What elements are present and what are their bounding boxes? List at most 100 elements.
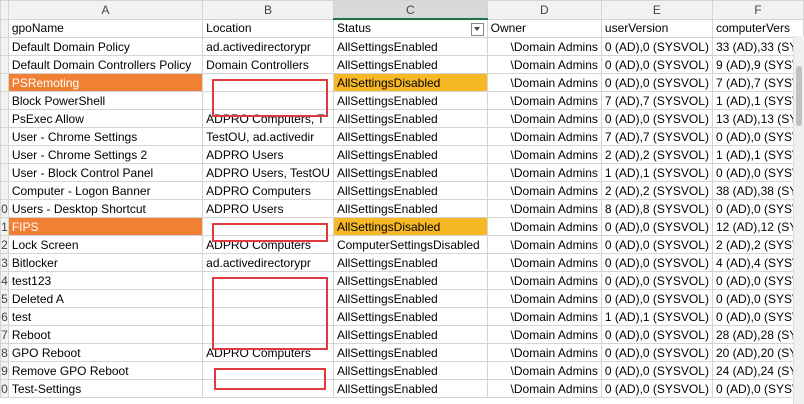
cell-d[interactable]: \Domain Admins bbox=[486, 379, 602, 398]
cell-f[interactable]: 1 (AD),1 (SYSV bbox=[711, 145, 804, 164]
cell-c[interactable]: ComputerSettingsDisabled bbox=[332, 235, 488, 254]
column-header-e[interactable]: E bbox=[600, 0, 713, 20]
cell-b[interactable]: TestOU, ad.activedir bbox=[202, 127, 334, 146]
header-computerversion[interactable]: computerVers bbox=[711, 18, 804, 38]
cell-b[interactable]: ad.activedirectorypr bbox=[202, 37, 334, 56]
column-header-c[interactable]: C bbox=[332, 0, 488, 20]
cell-d[interactable]: \Domain Admins bbox=[486, 253, 602, 272]
cell-e[interactable]: 0 (AD),0 (SYSVOL) bbox=[600, 235, 713, 254]
row-number[interactable]: 1 bbox=[0, 217, 9, 236]
cell-d[interactable]: \Domain Admins bbox=[486, 163, 602, 182]
scrollbar-thumb[interactable] bbox=[796, 66, 802, 126]
cell-c[interactable]: AllSettingsEnabled bbox=[332, 163, 488, 182]
cell-e[interactable]: 0 (AD),0 (SYSVOL) bbox=[600, 217, 713, 236]
vertical-scrollbar[interactable] bbox=[793, 36, 804, 404]
cell-e[interactable]: 7 (AD),7 (SYSVOL) bbox=[600, 91, 713, 110]
header-gponame[interactable]: gpoName bbox=[7, 18, 204, 38]
cell-d[interactable]: \Domain Admins bbox=[486, 37, 602, 56]
cell-d[interactable]: \Domain Admins bbox=[486, 127, 602, 146]
cell-d[interactable]: \Domain Admins bbox=[486, 109, 602, 128]
cell-d[interactable]: \Domain Admins bbox=[486, 235, 602, 254]
row-number[interactable] bbox=[0, 55, 9, 74]
cell-e[interactable]: 7 (AD),7 (SYSVOL) bbox=[600, 127, 713, 146]
cell-f[interactable]: 4 (AD),4 (SYSV bbox=[711, 253, 804, 272]
cell-c[interactable]: AllSettingsEnabled bbox=[332, 271, 488, 290]
row-number[interactable]: 4 bbox=[0, 271, 9, 290]
cell-c[interactable]: AllSettingsEnabled bbox=[332, 91, 488, 110]
header-location[interactable]: Location bbox=[202, 18, 334, 38]
cell-e[interactable]: 2 (AD),2 (SYSVOL) bbox=[600, 145, 713, 164]
cell-b[interactable]: ADPRO Computers bbox=[202, 181, 334, 200]
cell-a[interactable]: Bitlocker bbox=[7, 253, 204, 272]
cell-d[interactable]: \Domain Admins bbox=[486, 91, 602, 110]
cell-f[interactable]: 13 (AD),13 (SY bbox=[711, 109, 804, 128]
cell-b[interactable]: ADPRO Users, TestOU bbox=[202, 163, 334, 182]
cell-d[interactable]: \Domain Admins bbox=[486, 181, 602, 200]
cell-f[interactable]: 2 (AD),2 (SYSV bbox=[711, 235, 804, 254]
row-number[interactable] bbox=[0, 109, 9, 128]
cell-c[interactable]: AllSettingsEnabled bbox=[332, 343, 488, 362]
cell-c[interactable]: AllSettingsEnabled bbox=[332, 37, 488, 56]
cell-f[interactable]: 24 (AD),24 (SY bbox=[711, 361, 804, 380]
cell-f[interactable]: 0 (AD),0 (SYSV bbox=[711, 199, 804, 218]
cell-e[interactable]: 0 (AD),0 (SYSVOL) bbox=[600, 379, 713, 398]
cell-a[interactable]: Remove GPO Reboot bbox=[7, 361, 204, 380]
cell-e[interactable]: 0 (AD),0 (SYSVOL) bbox=[600, 343, 713, 362]
cell-a[interactable]: Lock Screen bbox=[7, 235, 204, 254]
row-number[interactable]: 9 bbox=[0, 361, 9, 380]
cell-e[interactable]: 0 (AD),0 (SYSVOL) bbox=[600, 289, 713, 308]
cell-e[interactable]: 8 (AD),8 (SYSVOL) bbox=[600, 199, 713, 218]
cell-e[interactable]: 0 (AD),0 (SYSVOL) bbox=[600, 325, 713, 344]
cell-a[interactable]: User - Chrome Settings 2 bbox=[7, 145, 204, 164]
row-number[interactable] bbox=[0, 18, 9, 38]
cell-a[interactable]: Reboot bbox=[7, 325, 204, 344]
cell-a[interactable]: Computer - Logon Banner bbox=[7, 181, 204, 200]
cell-e[interactable]: 0 (AD),0 (SYSVOL) bbox=[600, 361, 713, 380]
cell-a[interactable]: User - Block Control Panel bbox=[7, 163, 204, 182]
header-userversion[interactable]: userVersion bbox=[600, 18, 713, 38]
cell-e[interactable]: 0 (AD),0 (SYSVOL) bbox=[600, 55, 713, 74]
cell-a[interactable]: PsExec Allow bbox=[7, 109, 204, 128]
cell-a[interactable]: GPO Reboot bbox=[7, 343, 204, 362]
select-all-corner[interactable] bbox=[0, 0, 9, 20]
cell-a[interactable]: Default Domain Controllers Policy bbox=[7, 55, 204, 74]
cell-f[interactable]: 7 (AD),7 (SYSV bbox=[711, 73, 804, 92]
cell-d[interactable]: \Domain Admins bbox=[486, 73, 602, 92]
cell-e[interactable]: 0 (AD),0 (SYSVOL) bbox=[600, 109, 713, 128]
cell-f[interactable]: 0 (AD),0 (SYSV bbox=[711, 379, 804, 398]
row-number[interactable] bbox=[0, 181, 9, 200]
row-number[interactable] bbox=[0, 163, 9, 182]
row-number[interactable]: 7 bbox=[0, 325, 9, 344]
cell-f[interactable]: 28 (AD),28 (SY bbox=[711, 325, 804, 344]
cell-b[interactable]: ADPRO Users bbox=[202, 145, 334, 164]
cell-e[interactable]: 0 (AD),0 (SYSVOL) bbox=[600, 253, 713, 272]
row-number[interactable] bbox=[0, 73, 9, 92]
cell-a[interactable]: Users - Desktop Shortcut bbox=[7, 199, 204, 218]
row-number[interactable]: 0 bbox=[0, 379, 9, 398]
cell-d[interactable]: \Domain Admins bbox=[486, 343, 602, 362]
row-number[interactable] bbox=[0, 91, 9, 110]
cell-e[interactable]: 0 (AD),0 (SYSVOL) bbox=[600, 73, 713, 92]
cell-d[interactable]: \Domain Admins bbox=[486, 307, 602, 326]
cell-a[interactable]: Default Domain Policy bbox=[7, 37, 204, 56]
cell-c[interactable]: AllSettingsEnabled bbox=[332, 253, 488, 272]
cell-f[interactable]: 0 (AD),0 (SYSV bbox=[711, 127, 804, 146]
column-header-b[interactable]: B bbox=[202, 0, 334, 20]
row-number[interactable]: 2 bbox=[0, 235, 9, 254]
cell-a[interactable]: Block PowerShell bbox=[7, 91, 204, 110]
cell-f[interactable]: 0 (AD),0 (SYSV bbox=[711, 271, 804, 290]
column-header-f[interactable]: F bbox=[711, 0, 804, 20]
cell-c[interactable]: AllSettingsDisabled bbox=[332, 73, 488, 92]
cell-d[interactable]: \Domain Admins bbox=[486, 55, 602, 74]
cell-a[interactable]: test bbox=[7, 307, 204, 326]
cell-b[interactable]: ADPRO Users bbox=[202, 199, 334, 218]
row-number[interactable]: 3 bbox=[0, 253, 9, 272]
cell-e[interactable]: 0 (AD),0 (SYSVOL) bbox=[600, 37, 713, 56]
cell-a[interactable]: test123 bbox=[7, 271, 204, 290]
cell-a[interactable]: User - Chrome Settings bbox=[7, 127, 204, 146]
row-number[interactable] bbox=[0, 145, 9, 164]
cell-f[interactable]: 0 (AD),0 (SYSV bbox=[711, 289, 804, 308]
cell-d[interactable]: \Domain Admins bbox=[486, 145, 602, 164]
cell-c[interactable]: AllSettingsEnabled bbox=[332, 55, 488, 74]
cell-e[interactable]: 0 (AD),0 (SYSVOL) bbox=[600, 271, 713, 290]
